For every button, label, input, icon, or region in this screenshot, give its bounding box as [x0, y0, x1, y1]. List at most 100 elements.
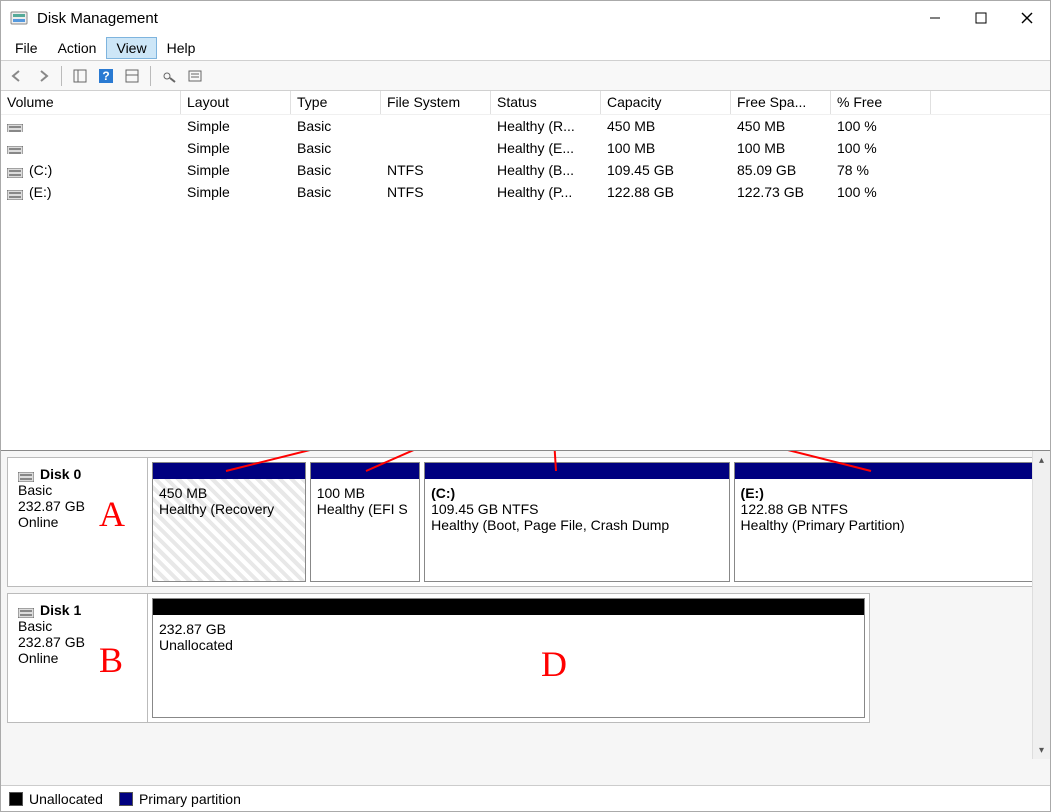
settings-button[interactable]	[157, 64, 181, 88]
volume-layout: Simple	[181, 161, 291, 179]
volume-type: Basic	[291, 117, 381, 135]
column-header[interactable]: Capacity	[601, 91, 731, 114]
partition[interactable]: 450 MBHealthy (Recovery	[152, 462, 306, 582]
disk-size: 232.87 GB	[18, 498, 137, 514]
volume-pct-free: 78 %	[831, 161, 931, 179]
column-header[interactable]: Volume	[1, 91, 181, 114]
disk-info[interactable]: Disk 1Basic232.87 GBOnline	[8, 594, 148, 722]
scroll-down-icon[interactable]: ▾	[1033, 741, 1050, 759]
menu-view[interactable]: View	[106, 37, 156, 59]
partition[interactable]: (C:)109.45 GB NTFSHealthy (Boot, Page Fi…	[424, 462, 729, 582]
volume-pct-free: 100 %	[831, 139, 931, 157]
forward-button[interactable]	[31, 64, 55, 88]
partition[interactable]: (E:)122.88 GB NTFSHealthy (Primary Parti…	[734, 462, 1039, 582]
volume-capacity: 100 MB	[601, 139, 731, 157]
disk-icon	[18, 469, 36, 481]
menu-action[interactable]: Action	[48, 37, 107, 59]
partition[interactable]: 232.87 GBUnallocated	[152, 598, 865, 718]
volume-pct-free: 100 %	[831, 117, 931, 135]
disk-management-icon	[9, 8, 29, 28]
column-header[interactable]: Status	[491, 91, 601, 114]
volume-status: Healthy (E...	[491, 139, 601, 157]
scroll-up-icon[interactable]: ▴	[1033, 451, 1050, 469]
partition-body: (C:)109.45 GB NTFSHealthy (Boot, Page Fi…	[425, 479, 728, 581]
help-button[interactable]: ?	[94, 64, 118, 88]
partition-status: Healthy (Primary Partition)	[741, 517, 1032, 533]
volume-row[interactable]: (C:)SimpleBasicNTFSHealthy (B...109.45 G…	[1, 159, 1050, 181]
column-header[interactable]: Free Spa...	[731, 91, 831, 114]
volume-layout: Simple	[181, 117, 291, 135]
disk-size: 232.87 GB	[18, 634, 137, 650]
vertical-scrollbar[interactable]: ▴ ▾	[1032, 451, 1050, 759]
partition-header-bar	[311, 463, 419, 479]
partition-body: (E:)122.88 GB NTFSHealthy (Primary Parti…	[735, 479, 1038, 581]
back-button[interactable]	[5, 64, 29, 88]
partition-header-bar	[735, 463, 1038, 479]
volume-icon	[7, 143, 23, 153]
volume-row[interactable]: SimpleBasicHealthy (E...100 MB100 MB100 …	[1, 137, 1050, 159]
volume-capacity: 450 MB	[601, 117, 731, 135]
partition-body: 232.87 GBUnallocated	[153, 615, 864, 717]
volume-list-pane: VolumeLayoutTypeFile SystemStatusCapacit…	[1, 91, 1050, 451]
volume-type: Basic	[291, 139, 381, 157]
close-button[interactable]	[1004, 1, 1050, 35]
volume-capacity: 122.88 GB	[601, 183, 731, 201]
partition-size: 450 MB	[159, 485, 299, 501]
column-header[interactable]: Layout	[181, 91, 291, 114]
volume-layout: Simple	[181, 139, 291, 157]
volume-layout: Simple	[181, 183, 291, 201]
legend-swatch	[119, 792, 133, 806]
window-title: Disk Management	[37, 10, 912, 27]
menu-help[interactable]: Help	[157, 37, 206, 59]
partition-container: 232.87 GBUnallocated	[148, 594, 869, 722]
volume-filesystem: NTFS	[381, 161, 491, 179]
graphical-view-pane: C Disk 0Basic232.87 GBOnline450 MBHealth…	[1, 451, 1050, 785]
volume-row[interactable]: SimpleBasicHealthy (R...450 MB450 MB100 …	[1, 115, 1050, 137]
legend: Unallocated Primary partition	[1, 785, 1050, 811]
disk-type: Basic	[18, 618, 137, 634]
disk-management-window: Disk Management FileActionViewHelp ? Vol…	[0, 0, 1051, 812]
volume-free: 100 MB	[731, 139, 831, 157]
volume-type: Basic	[291, 161, 381, 179]
legend-label: Primary partition	[139, 791, 241, 807]
disk-row: Disk 1Basic232.87 GBOnline232.87 GBUnall…	[7, 593, 870, 723]
volume-list-header: VolumeLayoutTypeFile SystemStatusCapacit…	[1, 91, 1050, 115]
partition-status: Healthy (Boot, Page File, Crash Dump	[431, 517, 722, 533]
volume-row[interactable]: (E:)SimpleBasicNTFSHealthy (P...122.88 G…	[1, 181, 1050, 203]
volume-filesystem	[381, 125, 491, 127]
partition-body: 100 MBHealthy (EFI S	[311, 479, 419, 581]
disk-state: Online	[18, 650, 137, 666]
legend-label: Unallocated	[29, 791, 103, 807]
volume-icon	[7, 165, 23, 175]
maximize-button[interactable]	[958, 1, 1004, 35]
partition-size: 232.87 GB	[159, 621, 858, 637]
volume-icon	[7, 187, 23, 197]
disk-state: Online	[18, 514, 137, 530]
partition-size: 109.45 GB NTFS	[431, 501, 722, 517]
volume-status: Healthy (P...	[491, 183, 601, 201]
volume-icon	[7, 121, 23, 131]
menu-file[interactable]: File	[5, 37, 48, 59]
show-hide-console-button[interactable]	[68, 64, 92, 88]
partition-body: 450 MBHealthy (Recovery	[153, 479, 305, 581]
partition-container: 450 MBHealthy (Recovery100 MBHealthy (EF…	[148, 458, 1043, 586]
minimize-button[interactable]	[912, 1, 958, 35]
svg-text:?: ?	[102, 69, 109, 83]
disk-icon	[18, 605, 36, 617]
volume-filesystem	[381, 147, 491, 149]
volume-list-body[interactable]: SimpleBasicHealthy (R...450 MB450 MB100 …	[1, 115, 1050, 450]
volume-pct-free: 100 %	[831, 183, 931, 201]
partition-status: Healthy (Recovery	[159, 501, 299, 517]
volume-free: 85.09 GB	[731, 161, 831, 179]
column-header[interactable]: File System	[381, 91, 491, 114]
refresh-button[interactable]	[120, 64, 144, 88]
partition[interactable]: 100 MBHealthy (EFI S	[310, 462, 420, 582]
column-header[interactable]: Type	[291, 91, 381, 114]
properties-button[interactable]	[183, 64, 207, 88]
partition-letter: (E:)	[741, 485, 1032, 501]
disk-info[interactable]: Disk 0Basic232.87 GBOnline	[8, 458, 148, 586]
menubar: FileActionViewHelp	[1, 35, 1050, 61]
partition-size: 122.88 GB NTFS	[741, 501, 1032, 517]
column-header[interactable]: % Free	[831, 91, 931, 114]
toolbar: ?	[1, 61, 1050, 91]
